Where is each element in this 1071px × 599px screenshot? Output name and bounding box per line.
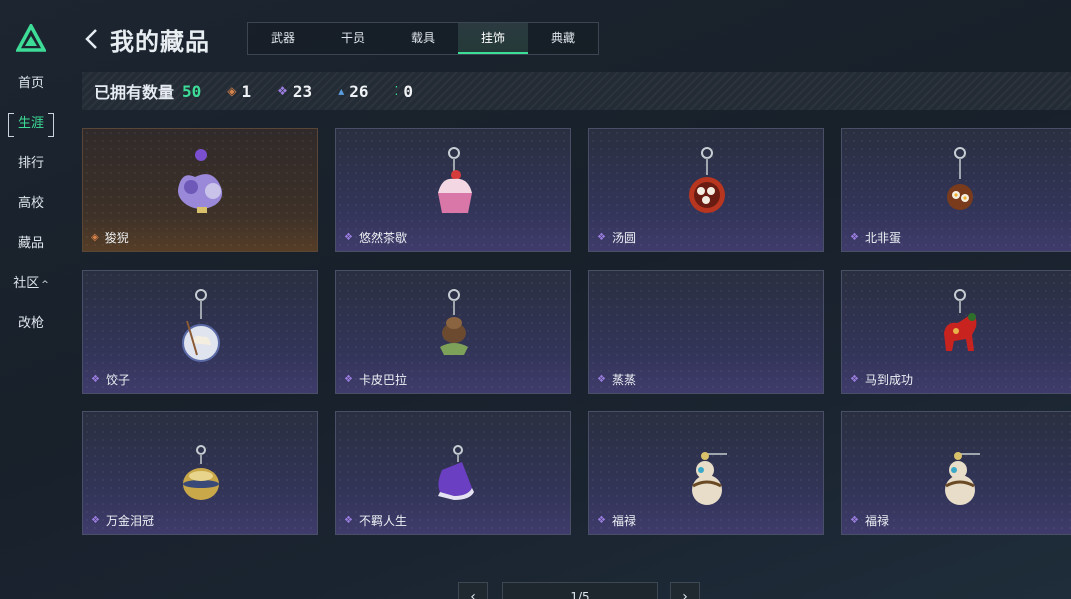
charm-card[interactable]: ❖ 马到成功 [841, 270, 1071, 394]
sidebar: 首页 生涯 排行 高校 藏品 社区 ^ 改枪 [0, 0, 62, 599]
charm-card[interactable]: ❖ 不羁人生 [335, 411, 571, 535]
page-indicator: 1/5 [502, 582, 658, 599]
charm-card[interactable]: ❖ 汤圆 [588, 128, 824, 252]
tab-weapons[interactable]: 武器 [248, 23, 318, 54]
charm-name-label: 马到成功 [864, 373, 913, 387]
charm-name: ❖ 悠然茶歇 [344, 229, 407, 246]
charm-name-label: 万金泪冠 [105, 514, 154, 528]
tab-collector[interactable]: 典藏 [528, 23, 598, 54]
charm-name-label: 卡皮巴拉 [358, 373, 407, 387]
gourd-charm-icon [692, 452, 727, 505]
ownership-summary: 已拥有数量 50 ◈ 1 ❖ 23 ▴ 26 ⁚ 0 [82, 72, 1071, 110]
dumpling-plate-charm-icon [182, 289, 220, 362]
charm-card[interactable]: ❖ 卡皮巴拉 [335, 270, 571, 394]
charm-card[interactable]: ◈ 狻猊 [82, 128, 318, 252]
green-dots-icon: ⁚ [394, 84, 399, 98]
charm-name: ❖ 汤圆 [597, 229, 636, 246]
stat-purple: ❖ 23 [277, 82, 312, 101]
stat-orange: ◈ 1 [227, 82, 251, 101]
charm-name-label: 蒸蒸 [611, 373, 636, 387]
chevron-left-icon: ‹ [470, 589, 476, 599]
tab-vehicles[interactable]: 载具 [388, 23, 458, 54]
nav-item-career[interactable]: 生涯 [8, 113, 54, 137]
purple-diamond-icon: ❖ [91, 515, 100, 526]
blue-triangle-icon: ▴ [338, 84, 345, 98]
chevron-right-icon: › [682, 589, 688, 599]
purple-diamond-icon: ❖ [597, 232, 606, 243]
charm-card[interactable]: ❖ 蒸蒸 [588, 270, 824, 394]
charm-card[interactable]: ❖ 福禄 [841, 411, 1071, 535]
charm-name-label: 饺子 [105, 373, 130, 387]
category-tabs: 武器 干员 载具 挂饰 典藏 [247, 22, 599, 55]
charm-name-label: 福禄 [611, 514, 636, 528]
nav-item-collection[interactable]: 藏品 [8, 233, 54, 255]
red-horse-charm-icon [944, 289, 977, 351]
purple-diamond-icon: ❖ [597, 515, 606, 526]
tab-operators[interactable]: 干员 [318, 23, 388, 54]
purple-diamond-icon: ❖ [277, 84, 288, 98]
charm-card[interactable]: ❖ 福禄 [588, 411, 824, 535]
purple-diamond-icon: ❖ [850, 374, 859, 385]
purple-diamond-icon: ❖ [597, 374, 606, 385]
next-page-button[interactable]: › [670, 582, 700, 599]
nav-item-ranking[interactable]: 排行 [8, 153, 54, 175]
gold-egg-charm-icon [183, 445, 219, 500]
charm-card[interactable]: ❖ 饺子 [82, 270, 318, 394]
charm-name: ❖ 蒸蒸 [597, 371, 636, 388]
owned-count-value: 50 [182, 81, 202, 101]
nav-item-community-label: 社区 [13, 276, 40, 291]
charm-card[interactable]: ❖ 悠然茶歇 [335, 128, 571, 252]
owned-count-label: 已拥有数量 [94, 83, 175, 102]
stat-green-value: 0 [403, 81, 413, 101]
charm-card[interactable]: ❖ 万金泪冠 [82, 411, 318, 535]
tab-charms[interactable]: 挂饰 [458, 23, 528, 54]
charm-name-label: 福禄 [864, 514, 889, 528]
charm-name-label: 狻猊 [104, 231, 129, 245]
purple-diamond-icon: ❖ [344, 515, 353, 526]
stat-orange-value: 1 [241, 81, 252, 101]
charm-name-label: 悠然茶歇 [358, 231, 407, 245]
nav-item-university[interactable]: 高校 [8, 193, 54, 215]
stat-blue: ▴ 26 [338, 82, 368, 101]
charm-name-label: 北非蛋 [864, 231, 901, 245]
app-logo-icon[interactable] [16, 24, 46, 52]
nav-item-community[interactable]: 社区 ^ [8, 273, 54, 295]
charm-name: ❖ 马到成功 [850, 371, 913, 388]
charm-name: ❖ 卡皮巴拉 [344, 371, 407, 388]
stat-purple-value: 23 [292, 81, 313, 101]
nav-item-home[interactable]: 首页 [8, 73, 54, 95]
orange-diamond-icon: ◈ [91, 232, 99, 243]
lion-charm-icon [178, 149, 223, 213]
charm-name: ❖ 福禄 [850, 512, 889, 529]
purple-diamond-icon: ❖ [850, 515, 859, 526]
purple-diamond-icon: ❖ [91, 374, 100, 385]
gourd-charm-icon [945, 452, 980, 505]
sneaker-charm-icon [438, 445, 474, 500]
purple-diamond-icon: ❖ [344, 374, 353, 385]
chevron-up-icon: ^ [41, 280, 49, 290]
prev-page-button[interactable]: ‹ [458, 582, 488, 599]
charm-name-label: 汤圆 [611, 231, 636, 245]
charm-name: ❖ 北非蛋 [850, 229, 901, 246]
capybara-charm-icon [440, 289, 468, 355]
stat-green: ⁚ 0 [394, 82, 412, 101]
charm-name-label: 不羁人生 [358, 514, 407, 528]
charm-name: ◈ 狻猊 [91, 229, 129, 246]
orange-diamond-icon: ◈ [227, 84, 237, 98]
nav-item-gunsmith[interactable]: 改枪 [8, 313, 54, 335]
charm-name: ❖ 福禄 [597, 512, 636, 529]
pan-charm-icon [947, 147, 973, 210]
cupcake-charm-icon [438, 147, 472, 213]
page-title: 我的藏品 [110, 28, 210, 56]
purple-diamond-icon: ❖ [344, 232, 353, 243]
charm-card[interactable]: ❖ 北非蛋 [841, 128, 1071, 252]
stat-blue-value: 26 [349, 81, 369, 101]
charm-name: ❖ 饺子 [91, 371, 130, 388]
back-arrow-icon[interactable] [82, 26, 102, 52]
charm-name: ❖ 不羁人生 [344, 512, 407, 529]
charm-name: ❖ 万金泪冠 [91, 512, 154, 529]
purple-diamond-icon: ❖ [850, 232, 859, 243]
bowl-charm-icon [689, 147, 725, 213]
